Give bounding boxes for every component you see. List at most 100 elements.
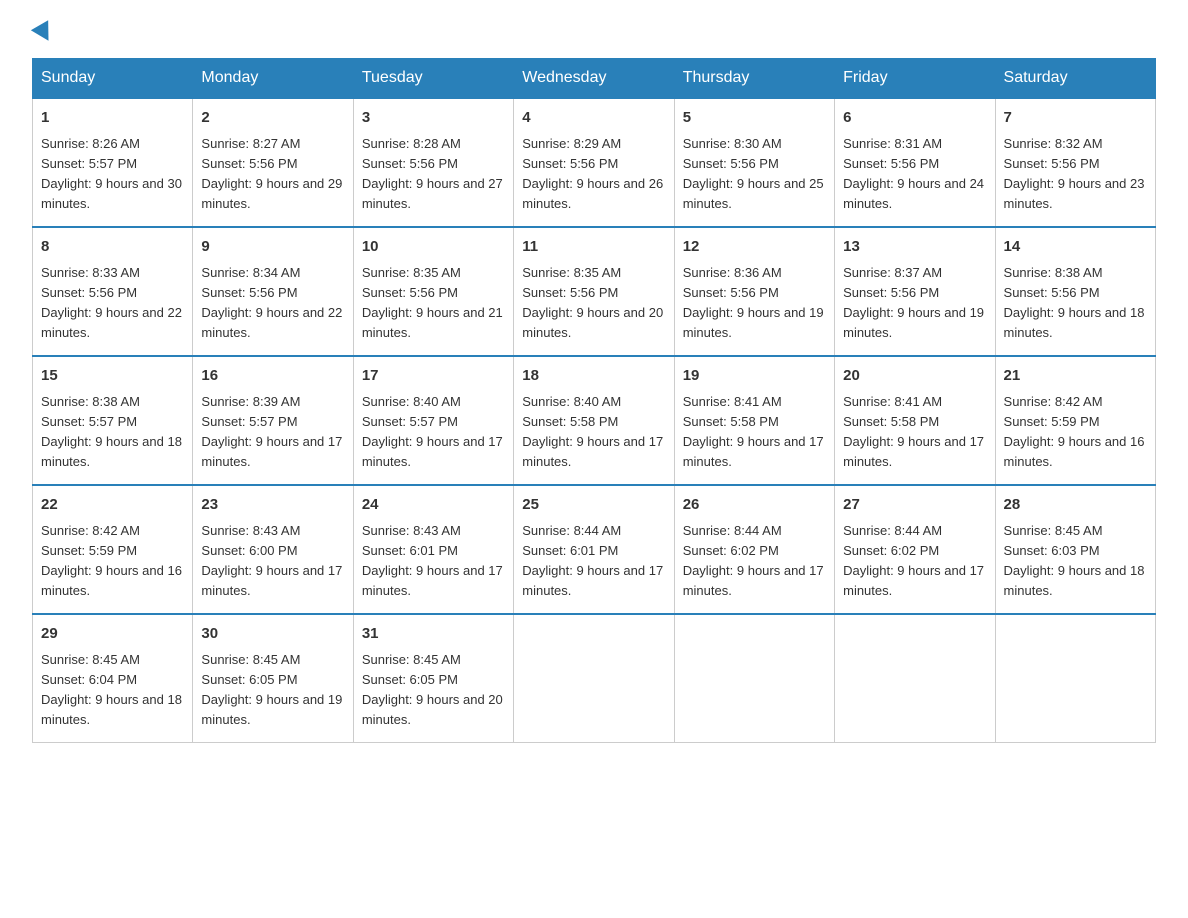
week-row-1: 1Sunrise: 8:26 AMSunset: 5:57 PMDaylight… xyxy=(33,98,1156,227)
day-number: 4 xyxy=(522,107,665,130)
day-info: Sunrise: 8:29 AMSunset: 5:56 PMDaylight:… xyxy=(522,134,665,215)
day-number: 28 xyxy=(1004,494,1147,517)
day-number: 19 xyxy=(683,365,826,388)
day-info: Sunrise: 8:32 AMSunset: 5:56 PMDaylight:… xyxy=(1004,134,1147,215)
calendar-day-11: 11 Sunrise: 8:35 AMSunset: 5:56 PMDayligh… xyxy=(514,227,674,356)
day-number: 24 xyxy=(362,494,505,517)
weekday-header-wednesday: Wednesday xyxy=(514,59,674,99)
day-number: 22 xyxy=(41,494,184,517)
day-info: Sunrise: 8:35 AMSunset: 5:56 PMDaylight:… xyxy=(362,263,505,344)
day-info: Sunrise: 8:42 AMSunset: 5:59 PMDaylight:… xyxy=(1004,392,1147,473)
day-info: Sunrise: 8:34 AMSunset: 5:56 PMDaylight:… xyxy=(201,263,344,344)
calendar-table: SundayMondayTuesdayWednesdayThursdayFrid… xyxy=(32,58,1156,743)
day-number: 27 xyxy=(843,494,986,517)
day-info: Sunrise: 8:41 AMSunset: 5:58 PMDaylight:… xyxy=(683,392,826,473)
weekday-header-saturday: Saturday xyxy=(995,59,1155,99)
day-info: Sunrise: 8:31 AMSunset: 5:56 PMDaylight:… xyxy=(843,134,986,215)
week-row-5: 29 Sunrise: 8:45 AMSunset: 6:04 PMDayligh… xyxy=(33,614,1156,743)
day-number: 5 xyxy=(683,107,826,130)
day-number: 9 xyxy=(201,236,344,259)
day-info: Sunrise: 8:33 AMSunset: 5:56 PMDaylight:… xyxy=(41,263,184,344)
calendar-day-30: 30 Sunrise: 8:45 AMSunset: 6:05 PMDayligh… xyxy=(193,614,353,743)
day-number: 13 xyxy=(843,236,986,259)
day-info: Sunrise: 8:36 AMSunset: 5:56 PMDaylight:… xyxy=(683,263,826,344)
weekday-header-friday: Friday xyxy=(835,59,995,99)
calendar-day-20: 20 Sunrise: 8:41 AMSunset: 5:58 PMDayligh… xyxy=(835,356,995,485)
day-number: 30 xyxy=(201,623,344,646)
day-number: 31 xyxy=(362,623,505,646)
calendar-day-27: 27 Sunrise: 8:44 AMSunset: 6:02 PMDayligh… xyxy=(835,485,995,614)
day-number: 1 xyxy=(41,107,184,130)
day-info: Sunrise: 8:43 AMSunset: 6:00 PMDaylight:… xyxy=(201,521,344,602)
logo-triangle-icon xyxy=(31,20,57,46)
day-info: Sunrise: 8:44 AMSunset: 6:01 PMDaylight:… xyxy=(522,521,665,602)
weekday-header-tuesday: Tuesday xyxy=(353,59,513,99)
calendar-day-13: 13 Sunrise: 8:37 AMSunset: 5:56 PMDayligh… xyxy=(835,227,995,356)
calendar-day-7: 7 Sunrise: 8:32 AMSunset: 5:56 PMDaylight… xyxy=(995,98,1155,227)
day-number: 26 xyxy=(683,494,826,517)
day-number: 8 xyxy=(41,236,184,259)
week-row-3: 15Sunrise: 8:38 AMSunset: 5:57 PMDayligh… xyxy=(33,356,1156,485)
logo xyxy=(32,24,56,42)
day-number: 14 xyxy=(1004,236,1147,259)
calendar-day-9: 9 Sunrise: 8:34 AMSunset: 5:56 PMDaylight… xyxy=(193,227,353,356)
calendar-day-1: 1Sunrise: 8:26 AMSunset: 5:57 PMDaylight… xyxy=(33,98,193,227)
calendar-day-12: 12 Sunrise: 8:36 AMSunset: 5:56 PMDayligh… xyxy=(674,227,834,356)
day-number: 20 xyxy=(843,365,986,388)
header xyxy=(32,24,1156,42)
calendar-day-10: 10 Sunrise: 8:35 AMSunset: 5:56 PMDayligh… xyxy=(353,227,513,356)
calendar-day-29: 29 Sunrise: 8:45 AMSunset: 6:04 PMDayligh… xyxy=(33,614,193,743)
calendar-day-6: 6 Sunrise: 8:31 AMSunset: 5:56 PMDaylight… xyxy=(835,98,995,227)
calendar-day-17: 17 Sunrise: 8:40 AMSunset: 5:57 PMDayligh… xyxy=(353,356,513,485)
calendar-day-24: 24 Sunrise: 8:43 AMSunset: 6:01 PMDayligh… xyxy=(353,485,513,614)
day-info: Sunrise: 8:27 AMSunset: 5:56 PMDaylight:… xyxy=(201,134,344,215)
day-info: Sunrise: 8:45 AMSunset: 6:04 PMDaylight:… xyxy=(41,650,184,731)
calendar-day-19: 19 Sunrise: 8:41 AMSunset: 5:58 PMDayligh… xyxy=(674,356,834,485)
calendar-day-3: 3Sunrise: 8:28 AMSunset: 5:56 PMDaylight… xyxy=(353,98,513,227)
week-row-2: 8 Sunrise: 8:33 AMSunset: 5:56 PMDaylight… xyxy=(33,227,1156,356)
calendar-day-4: 4 Sunrise: 8:29 AMSunset: 5:56 PMDaylight… xyxy=(514,98,674,227)
calendar-day-14: 14Sunrise: 8:38 AMSunset: 5:56 PMDayligh… xyxy=(995,227,1155,356)
calendar-day-31: 31 Sunrise: 8:45 AMSunset: 6:05 PMDayligh… xyxy=(353,614,513,743)
calendar-day-26: 26 Sunrise: 8:44 AMSunset: 6:02 PMDayligh… xyxy=(674,485,834,614)
calendar-day-23: 23 Sunrise: 8:43 AMSunset: 6:00 PMDayligh… xyxy=(193,485,353,614)
day-info: Sunrise: 8:44 AMSunset: 6:02 PMDaylight:… xyxy=(683,521,826,602)
day-number: 6 xyxy=(843,107,986,130)
day-info: Sunrise: 8:41 AMSunset: 5:58 PMDaylight:… xyxy=(843,392,986,473)
day-info: Sunrise: 8:43 AMSunset: 6:01 PMDaylight:… xyxy=(362,521,505,602)
calendar-day-28: 28 Sunrise: 8:45 AMSunset: 6:03 PMDayligh… xyxy=(995,485,1155,614)
day-number: 12 xyxy=(683,236,826,259)
day-number: 17 xyxy=(362,365,505,388)
empty-day xyxy=(995,614,1155,743)
day-info: Sunrise: 8:28 AMSunset: 5:56 PMDaylight:… xyxy=(362,134,505,215)
day-info: Sunrise: 8:45 AMSunset: 6:05 PMDaylight:… xyxy=(201,650,344,731)
day-number: 23 xyxy=(201,494,344,517)
week-row-4: 22Sunrise: 8:42 AMSunset: 5:59 PMDayligh… xyxy=(33,485,1156,614)
day-info: Sunrise: 8:30 AMSunset: 5:56 PMDaylight:… xyxy=(683,134,826,215)
day-number: 10 xyxy=(362,236,505,259)
day-info: Sunrise: 8:35 AMSunset: 5:56 PMDaylight:… xyxy=(522,263,665,344)
day-number: 7 xyxy=(1004,107,1147,130)
calendar-day-15: 15Sunrise: 8:38 AMSunset: 5:57 PMDayligh… xyxy=(33,356,193,485)
empty-day xyxy=(835,614,995,743)
day-number: 25 xyxy=(522,494,665,517)
empty-day xyxy=(674,614,834,743)
day-number: 29 xyxy=(41,623,184,646)
weekday-header-monday: Monday xyxy=(193,59,353,99)
weekday-header-row: SundayMondayTuesdayWednesdayThursdayFrid… xyxy=(33,59,1156,99)
day-info: Sunrise: 8:45 AMSunset: 6:03 PMDaylight:… xyxy=(1004,521,1147,602)
calendar-day-18: 18 Sunrise: 8:40 AMSunset: 5:58 PMDayligh… xyxy=(514,356,674,485)
empty-day xyxy=(514,614,674,743)
day-number: 18 xyxy=(522,365,665,388)
day-info: Sunrise: 8:45 AMSunset: 6:05 PMDaylight:… xyxy=(362,650,505,731)
calendar-day-8: 8 Sunrise: 8:33 AMSunset: 5:56 PMDaylight… xyxy=(33,227,193,356)
day-info: Sunrise: 8:40 AMSunset: 5:58 PMDaylight:… xyxy=(522,392,665,473)
day-info: Sunrise: 8:40 AMSunset: 5:57 PMDaylight:… xyxy=(362,392,505,473)
day-number: 11 xyxy=(522,236,665,259)
day-info: Sunrise: 8:44 AMSunset: 6:02 PMDaylight:… xyxy=(843,521,986,602)
calendar-day-21: 21Sunrise: 8:42 AMSunset: 5:59 PMDayligh… xyxy=(995,356,1155,485)
day-number: 16 xyxy=(201,365,344,388)
calendar-day-2: 2Sunrise: 8:27 AMSunset: 5:56 PMDaylight… xyxy=(193,98,353,227)
day-info: Sunrise: 8:38 AMSunset: 5:57 PMDaylight:… xyxy=(41,392,184,473)
day-info: Sunrise: 8:37 AMSunset: 5:56 PMDaylight:… xyxy=(843,263,986,344)
